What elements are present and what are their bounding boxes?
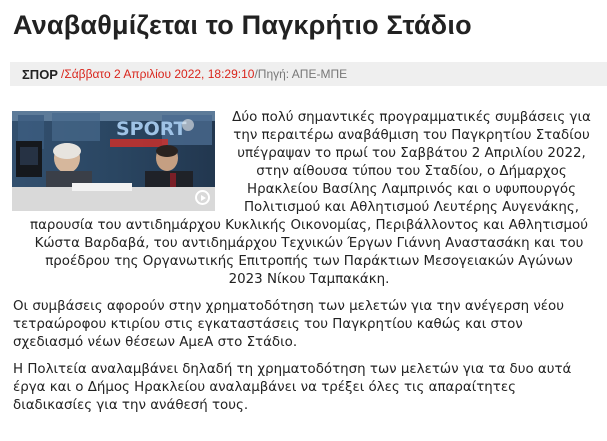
paragraph-3-line: διαδικασίες για την ανάθεσή τους.	[13, 398, 249, 413]
paragraph-1-line: παρουσία του αντιδημάρχου Κυκλικής Οικον…	[30, 218, 588, 233]
press-conference-image: SPORT	[12, 111, 215, 211]
article-title: Αναβαθμίζεται το Παγκρήτιο Στάδιο	[13, 10, 472, 40]
paragraph-1-line: 2023 Νίκου Ταμπακάκη.	[228, 272, 390, 287]
paragraph-3-line: Η Πολιτεία αναλαμβάνει δηλαδή τη χρηματο…	[13, 362, 572, 377]
paragraph-2-line: Οι συμβάσεις αφορούν στην χρηματοδότηση …	[13, 299, 564, 314]
source-label: Πηγή: ΑΠΕ-ΜΠΕ	[257, 67, 348, 81]
sport-banner-text: SPORT	[116, 118, 187, 140]
paragraph-3: Η Πολιτεία αναλαμβάνει δηλαδή τη χρηματο…	[13, 361, 605, 415]
paragraph-1-line: προέδρου της Οργανωτικής Επιτροπής των Π…	[45, 254, 573, 269]
paragraph-3-line: έργα και ο Δήμος Ηρακλείου αναλαμβάνει ν…	[13, 380, 516, 395]
section-label[interactable]: ΣΠΟΡ	[22, 67, 58, 82]
publish-date: /Σάββατο 2 Απριλίου 2022, 18:29:10	[60, 67, 255, 81]
paragraph-2-line: σχεδιασμό νέων θέσεων ΑμεΑ στο Στάδιο.	[13, 335, 298, 350]
play-video-icon[interactable]	[195, 190, 210, 205]
paragraph-2-line: τετραώροφου κτιρίου στις εγκαταστάσεις τ…	[13, 317, 523, 332]
article-photo[interactable]: SPORT	[12, 111, 215, 211]
paragraph-1-line: Κώστα Βαρδαβά, του αντιδημάρχου Τεχνικών…	[34, 236, 584, 251]
paragraph-2: Οι συμβάσεις αφορούν στην χρηματοδότηση …	[13, 298, 605, 352]
article-meta-bar: ΣΠΟΡ /Σάββατο 2 Απριλίου 2022, 18:29:10 …	[10, 62, 607, 86]
